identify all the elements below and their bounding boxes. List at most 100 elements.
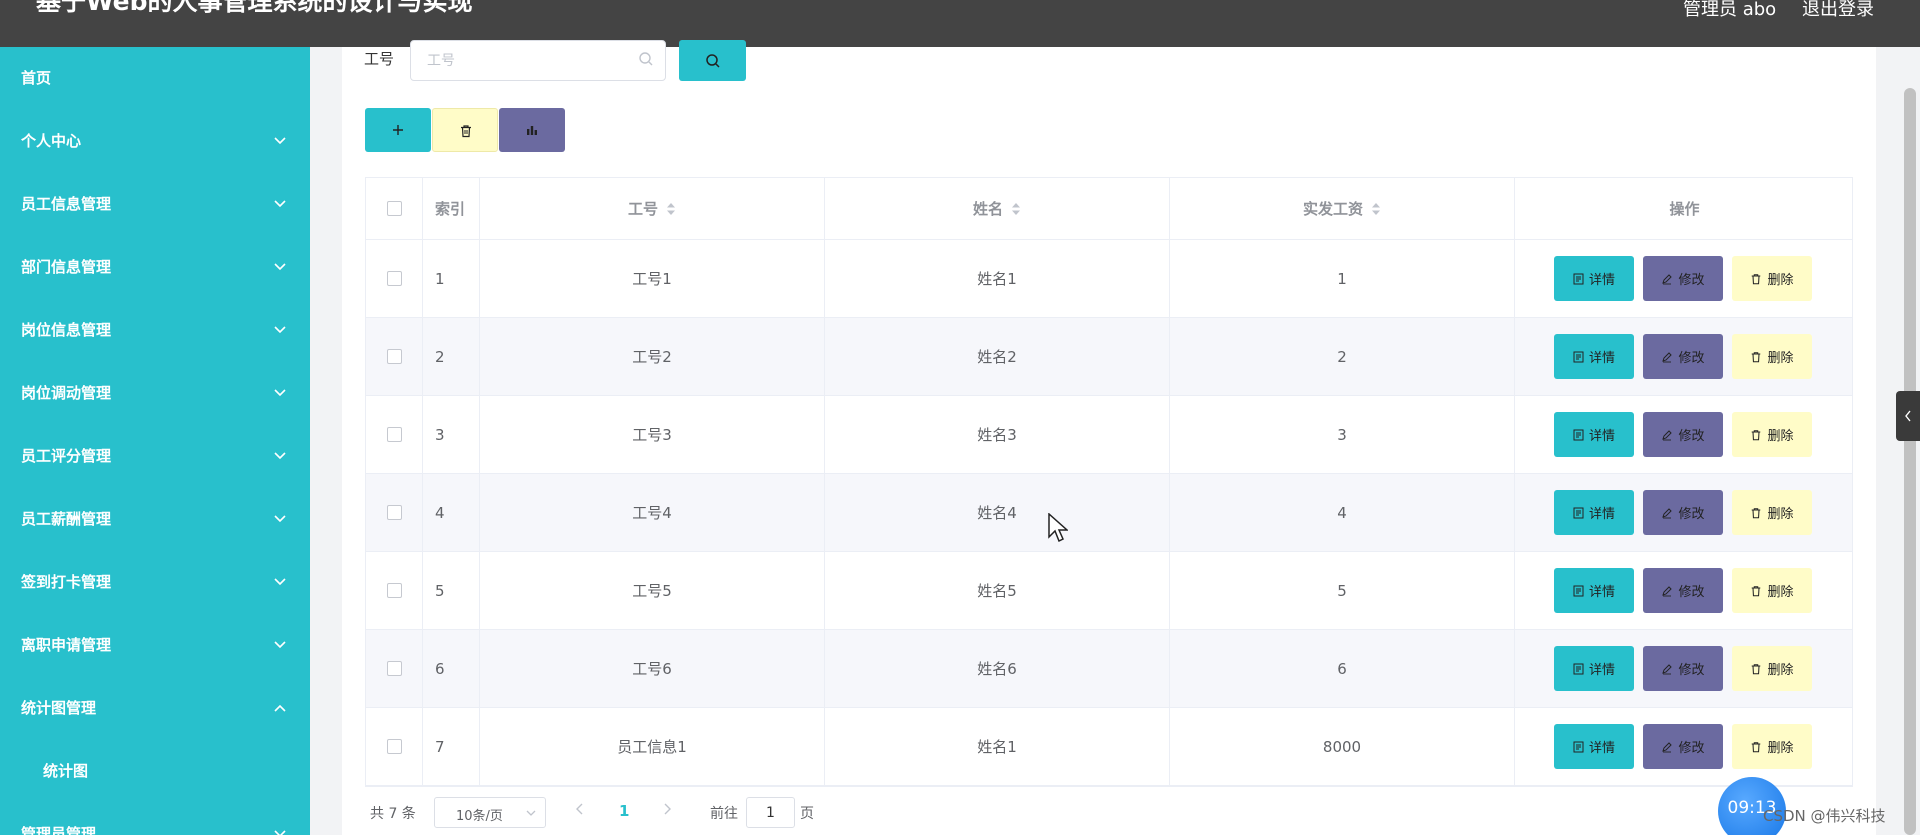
row-checkbox-cell (366, 552, 423, 629)
table-row: 7 员工信息1 姓名1 8000 详情 修改 删除 (366, 708, 1852, 786)
trash-icon (1752, 429, 1761, 440)
sidebar-item-position-info[interactable]: 岗位信息管理 (0, 299, 310, 362)
detail-label: 详情 (1588, 507, 1615, 522)
sidebar-item-admin[interactable]: 管理员管理 (0, 803, 310, 835)
cell-index: 5 (423, 552, 480, 629)
edit-button[interactable]: 修改 (1643, 646, 1723, 691)
sidebar-item-chart[interactable]: 统计图 (0, 740, 310, 803)
sidebar-item-label: 岗位信息管理 (21, 321, 112, 339)
delete-button[interactable]: 删除 (1732, 490, 1812, 535)
pagination-total: 共 7 条 (370, 806, 416, 822)
page-size-value: 10条/页 (456, 809, 503, 824)
detail-button[interactable]: 详情 (1554, 412, 1634, 457)
plus-icon (393, 125, 403, 135)
top-header: 基于Web的人事管理系统的设计与实现 管理员 abo 退出登录 (0, 0, 1920, 47)
sidebar-item-employee-info[interactable]: 员工信息管理 (0, 173, 310, 236)
header-label: 姓名 (972, 200, 1003, 218)
sort-icon (1012, 202, 1020, 215)
header-label: 工号 (627, 200, 658, 218)
edit-button[interactable]: 修改 (1643, 724, 1723, 769)
trash-icon (1752, 663, 1761, 674)
header-salary[interactable]: 实发工资 (1170, 178, 1515, 239)
sidebar-item-personal-center[interactable]: 个人中心 (0, 110, 310, 173)
cell-index: 2 (423, 318, 480, 395)
detail-button[interactable]: 详情 (1554, 724, 1634, 769)
delete-button[interactable]: 删除 (1732, 412, 1812, 457)
sidebar-item-employee-salary[interactable]: 员工薪酬管理 (0, 488, 310, 551)
cell-employee-no: 工号3 (480, 396, 825, 473)
row-checkbox[interactable] (386, 505, 402, 520)
edit-button[interactable]: 修改 (1643, 568, 1723, 613)
search-input[interactable] (410, 40, 666, 81)
edit-button[interactable]: 修改 (1643, 412, 1723, 457)
header-employee-no[interactable]: 工号 (480, 178, 825, 239)
cursor-icon (1048, 513, 1068, 543)
edit-icon (1662, 507, 1673, 518)
delete-button[interactable]: 删除 (1732, 334, 1812, 379)
cell-salary: 6 (1170, 630, 1515, 707)
sidebar-item-label: 员工薪酬管理 (21, 510, 112, 528)
row-checkbox[interactable] (386, 583, 402, 598)
page-scrollbar[interactable] (1904, 88, 1916, 835)
edit-button[interactable]: 修改 (1643, 334, 1723, 379)
row-checkbox[interactable] (386, 271, 402, 286)
edit-label: 修改 (1678, 429, 1705, 444)
header-name[interactable]: 姓名 (825, 178, 1170, 239)
select-all-checkbox[interactable] (386, 201, 402, 216)
sidebar-item-label: 首页 (21, 69, 52, 87)
row-checkbox[interactable] (386, 349, 402, 364)
cell-employee-no: 员工信息1 (480, 708, 825, 785)
document-icon (1573, 741, 1584, 752)
sidebar-item-checkin[interactable]: 签到打卡管理 (0, 551, 310, 614)
batch-delete-button[interactable] (432, 108, 498, 152)
cell-name: 姓名3 (825, 396, 1170, 473)
delete-button[interactable]: 删除 (1732, 256, 1812, 301)
delete-button[interactable]: 删除 (1732, 568, 1812, 613)
table-row: 2 工号2 姓名2 2 详情 修改 删除 (366, 318, 1852, 396)
detail-label: 详情 (1588, 351, 1615, 366)
edit-label: 修改 (1678, 351, 1705, 366)
document-icon (1573, 273, 1584, 284)
cell-salary: 1 (1170, 240, 1515, 317)
edit-button[interactable]: 修改 (1643, 256, 1723, 301)
sidebar-item-employee-rating[interactable]: 员工评分管理 (0, 425, 310, 488)
pagination-goto-input[interactable] (746, 797, 795, 828)
search-button[interactable] (679, 40, 746, 81)
sidebar-item-resignation[interactable]: 离职申请管理 (0, 614, 310, 677)
chevron-down-icon (274, 641, 286, 649)
sidebar-item-department-info[interactable]: 部门信息管理 (0, 236, 310, 299)
edit-label: 修改 (1678, 585, 1705, 600)
page-size-select[interactable]: 10条/页 (434, 797, 546, 828)
cell-employee-no: 工号5 (480, 552, 825, 629)
chevron-left-icon[interactable] (574, 802, 586, 816)
row-checkbox[interactable] (386, 661, 402, 676)
pagination-page-current[interactable]: 1 (619, 802, 629, 820)
sidebar-item-label: 统计图管理 (21, 699, 97, 717)
detail-button[interactable]: 详情 (1554, 490, 1634, 535)
document-icon (1573, 585, 1584, 596)
side-panel-toggle[interactable] (1896, 391, 1920, 441)
cell-index: 4 (423, 474, 480, 551)
row-checkbox[interactable] (386, 739, 402, 754)
detail-button[interactable]: 详情 (1554, 334, 1634, 379)
cell-employee-no: 工号4 (480, 474, 825, 551)
search-label: 工号 (364, 50, 395, 68)
sidebar-item-statistics[interactable]: 统计图管理 (0, 677, 310, 740)
row-checkbox[interactable] (386, 427, 402, 442)
cell-name: 姓名1 (825, 708, 1170, 785)
delete-button[interactable]: 删除 (1732, 646, 1812, 691)
delete-button[interactable]: 删除 (1732, 724, 1812, 769)
sidebar-item-position-transfer[interactable]: 岗位调动管理 (0, 362, 310, 425)
detail-button[interactable]: 详情 (1554, 256, 1634, 301)
statistics-button[interactable] (499, 108, 565, 152)
logout-link[interactable]: 退出登录 (1802, 0, 1874, 20)
add-button[interactable] (365, 108, 431, 152)
detail-button[interactable]: 详情 (1554, 646, 1634, 691)
pagination-goto-suffix: 页 (800, 806, 814, 822)
chevron-down-icon (274, 263, 286, 271)
watermark: CSDN @伟兴科技 (1763, 807, 1886, 825)
detail-button[interactable]: 详情 (1554, 568, 1634, 613)
chevron-right-icon[interactable] (661, 802, 673, 816)
sidebar-item-home[interactable]: 首页 (0, 47, 310, 110)
edit-button[interactable]: 修改 (1643, 490, 1723, 535)
